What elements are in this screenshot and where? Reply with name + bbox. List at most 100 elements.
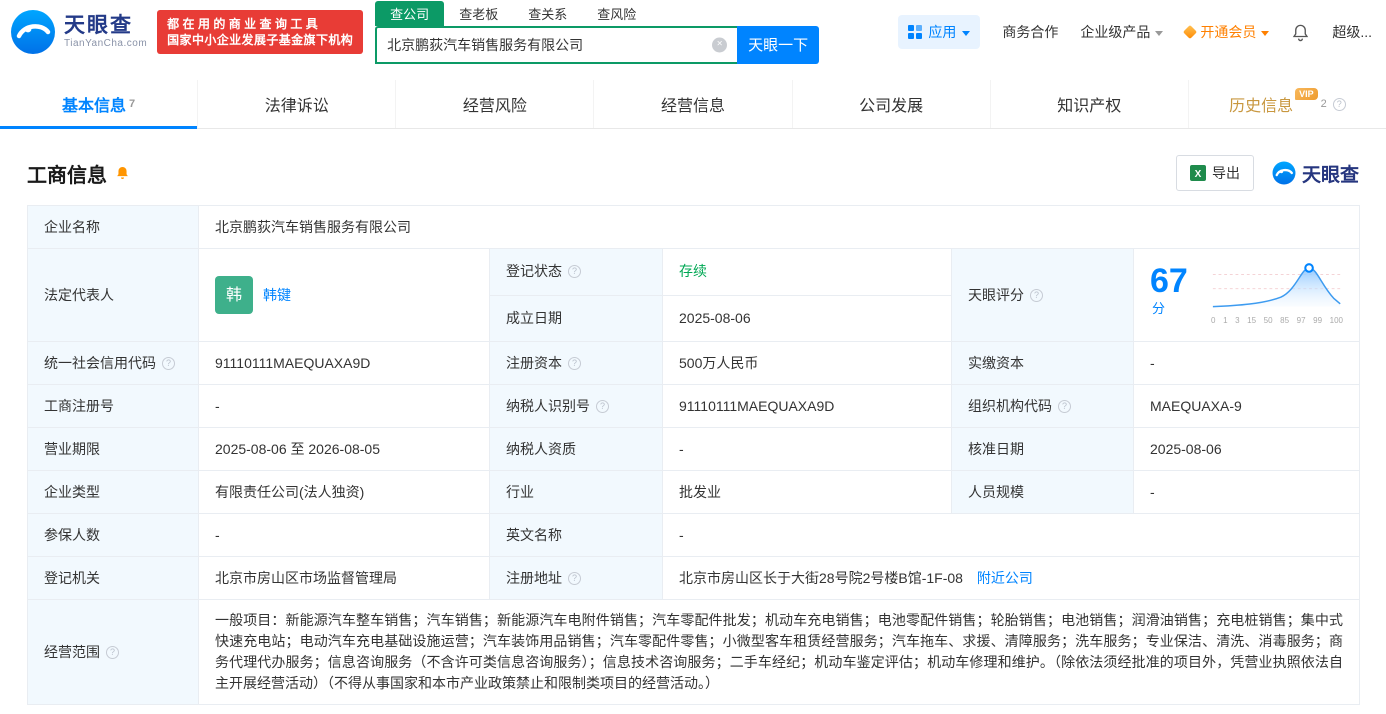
table-row: 营业期限 2025-08-06 至 2026-08-05 纳税人资质 - 核准日… — [27, 427, 1361, 471]
tab-operation-risk[interactable]: 经营风险 — [395, 80, 593, 128]
table-row: 登记机关 北京市房山区市场监督管理局 注册地址 ? 北京市房山区长于大街28号院… — [27, 556, 1361, 600]
excel-icon: X — [1189, 165, 1206, 181]
field-label: 营业期限 — [27, 427, 199, 471]
help-icon[interactable]: ? — [568, 356, 581, 370]
legal-rep-value: 韩 韩键 — [198, 248, 490, 342]
company-section-tabs: 基本信息 7 法律诉讼 经营风险 经营信息 公司发展 知识产权 历史信息 VIP … — [0, 80, 1386, 129]
section-title: 工商信息 — [27, 164, 107, 187]
staff-size-value: - — [1132, 470, 1361, 514]
table-row: 统一社会信用代码 ? 91110111MAEQUAXA9D 注册资本 ? 500… — [27, 341, 1361, 385]
search-tab-company[interactable]: 查公司 — [375, 0, 445, 26]
help-icon[interactable]: ? — [568, 571, 581, 585]
search-button[interactable]: 天眼一下 — [737, 25, 820, 64]
open-membership-link[interactable]: 开通会员 — [1183, 22, 1270, 42]
field-label: 英文名称 — [489, 513, 663, 557]
tianyancha-watermark: 天眼查 — [1272, 160, 1359, 187]
org-code-value: MAEQUAXA-9 — [1132, 384, 1361, 428]
field-label: 工商注册号 — [27, 384, 199, 428]
field-label: 经营范围 ? — [27, 599, 199, 705]
apps-grid-icon — [908, 25, 923, 39]
taxpayer-quality-value: - — [662, 427, 952, 471]
tab-history-info[interactable]: 历史信息 VIP 2 ? — [1187, 80, 1386, 128]
export-button[interactable]: X 导出 — [1175, 155, 1254, 191]
search-tab-risk[interactable]: 查风险 — [582, 1, 651, 26]
field-label: 核准日期 — [951, 427, 1134, 471]
search-tab-relation[interactable]: 查关系 — [513, 1, 582, 26]
field-label: 人员规模 — [951, 470, 1134, 514]
field-label: 注册地址 ? — [489, 556, 663, 600]
svg-text:X: X — [1195, 169, 1202, 180]
search-row: × 天眼一下 — [375, 25, 820, 64]
tab-legal-litigation[interactable]: 法律诉讼 — [197, 80, 395, 128]
search-type-tabs: 查公司 查老板 查关系 查风险 — [375, 0, 819, 26]
field-label: 纳税人资质 — [489, 427, 663, 471]
tab-count: 2 — [1320, 98, 1327, 110]
reg-status-value: 存续 — [662, 248, 952, 296]
section-head-actions: X 导出 天眼查 — [1175, 155, 1359, 191]
page: 天眼查 TianYanCha.com 都在用的商业查询工具 国家中小企业发展子基… — [0, 0, 1386, 705]
taxpayer-no-value: 91110111MAEQUAXA9D — [662, 384, 952, 428]
section-head: 工商信息 X 导出 天眼查 — [27, 155, 1359, 191]
search-tab-boss[interactable]: 查老板 — [444, 1, 513, 26]
reg-address-value: 北京市房山区长于大街28号院2号楼B馆-1F-08 — [679, 569, 963, 586]
search-box: × — [375, 25, 738, 64]
tianyancha-logo-icon — [11, 10, 55, 54]
tab-intellectual-property[interactable]: 知识产权 — [989, 80, 1188, 128]
chevron-down-icon — [1155, 30, 1164, 36]
credit-code-value: 91110111MAEQUAXA9D — [198, 341, 490, 385]
insured-count-value: - — [198, 513, 490, 557]
field-label: 登记状态 ? — [489, 248, 663, 296]
business-scope-value: 一般项目：新能源汽车整车销售；汽车销售；新能源汽车电附件销售；汽车零配件批发；机… — [197, 599, 1361, 705]
help-icon[interactable]: ? — [106, 645, 119, 659]
monitor-bell-icon[interactable] — [115, 165, 130, 181]
logo-text: 天眼查 TianYanCha.com — [64, 14, 147, 50]
notification-bell-icon[interactable] — [1291, 23, 1310, 42]
search-area: 查公司 查老板 查关系 查风险 × 天眼一下 — [375, 0, 820, 64]
tab-company-development[interactable]: 公司发展 — [791, 80, 990, 128]
table-row: 工商注册号 - 纳税人识别号 ? 91110111MAEQUAXA9D 组织机构… — [27, 384, 1361, 428]
industry-value: 批发业 — [662, 470, 952, 514]
business-coop-link[interactable]: 商务合作 — [1002, 22, 1058, 42]
legal-rep-link[interactable]: 韩键 — [263, 285, 291, 306]
table-row: 经营范围 ? 一般项目：新能源汽车整车销售；汽车销售；新能源汽车电附件销售；汽车… — [27, 599, 1361, 705]
help-icon[interactable]: ? — [162, 356, 175, 370]
field-label: 实缴资本 — [951, 341, 1134, 385]
field-label: 纳税人识别号 ? — [489, 384, 663, 428]
tianyancha-watermark-icon — [1272, 161, 1296, 185]
enterprise-products-link[interactable]: 企业级产品 — [1080, 22, 1164, 42]
chevron-down-icon — [1261, 30, 1270, 36]
nearby-companies-link[interactable]: 附近公司 — [977, 570, 1033, 586]
tab-basic-info[interactable]: 基本信息 7 — [0, 80, 198, 129]
tianyancha-logo[interactable]: 天眼查 TianYanCha.com — [10, 9, 147, 55]
help-icon[interactable]: ? — [1030, 288, 1043, 302]
chart-x-ticks: 01 3 15 50 85 97 99 100 — [1211, 316, 1344, 325]
field-label: 成立日期 — [489, 294, 663, 342]
table-row: 参保人数 - 英文名称 - — [27, 513, 1361, 557]
help-icon[interactable]: ? — [596, 399, 609, 413]
apps-menu[interactable]: 应用 — [898, 15, 981, 49]
field-label: 登记机关 — [27, 556, 199, 600]
field-label: 注册资本 ? — [489, 341, 663, 385]
paid-capital-value: - — [1132, 341, 1361, 385]
help-icon[interactable]: ? — [1058, 399, 1071, 413]
search-input[interactable] — [377, 27, 738, 62]
field-label: 参保人数 — [27, 513, 199, 557]
field-label: 天眼评分 ? — [951, 248, 1134, 342]
logo-text-cn: 天眼查 — [64, 14, 133, 38]
slogan-line1: 都在用的商业查询工具 — [167, 17, 322, 31]
help-icon[interactable]: ? — [568, 265, 581, 279]
field-label: 统一社会信用代码 ? — [27, 341, 199, 385]
chevron-down-icon — [962, 30, 971, 36]
reg-capital-value: 500万人民币 — [662, 341, 952, 385]
help-icon[interactable]: ? — [1332, 97, 1346, 111]
clear-search-icon[interactable]: × — [712, 37, 728, 52]
field-label: 法定代表人 — [27, 248, 199, 342]
apps-label: 应用 — [928, 24, 957, 40]
tab-operation-info[interactable]: 经营信息 — [593, 80, 791, 128]
gem-icon — [1183, 24, 1198, 40]
logo-text-en: TianYanCha.com — [64, 38, 148, 50]
legal-rep-avatar[interactable]: 韩 — [215, 276, 253, 314]
super-vip-link[interactable]: 超级... — [1332, 22, 1372, 42]
top-header: 天眼查 TianYanCha.com 都在用的商业查询工具 国家中小企业发展子基… — [0, 0, 1386, 64]
approve-date-value: 2025-08-06 — [1132, 427, 1361, 471]
